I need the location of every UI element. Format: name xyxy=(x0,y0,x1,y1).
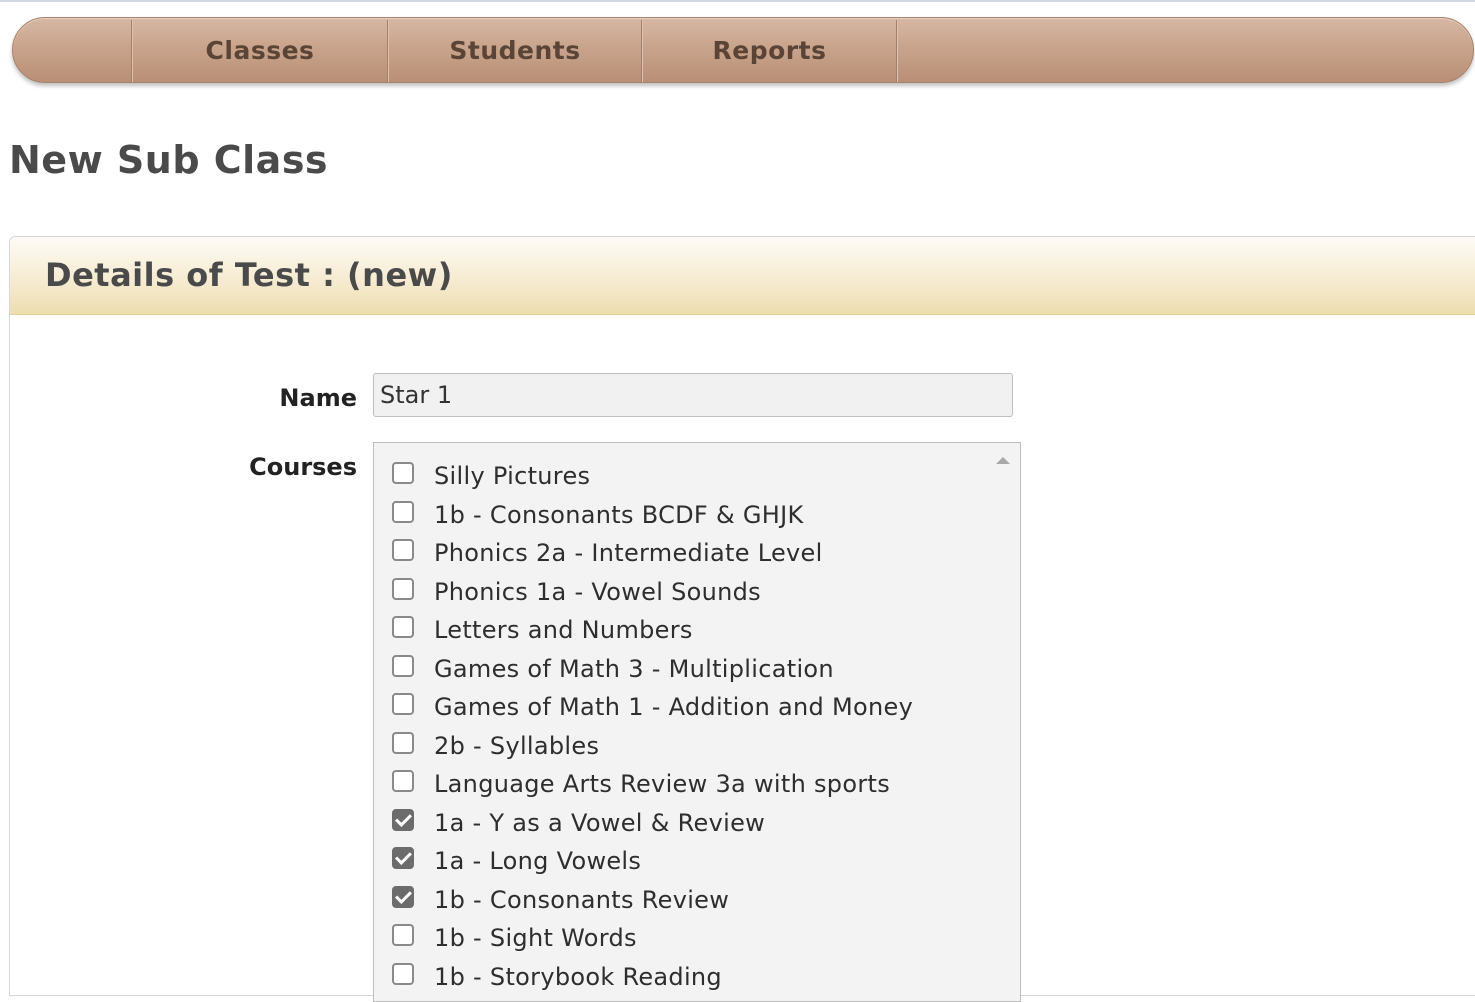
course-item[interactable]: 2b - Syllables xyxy=(392,727,913,766)
name-input[interactable] xyxy=(373,373,1013,417)
course-list: Silly Pictures 1b - Consonants BCDF & GHJ… xyxy=(392,457,913,996)
course-checkbox-checked[interactable] xyxy=(392,847,414,870)
courses-label: Courses xyxy=(249,453,357,481)
scroll-up-arrow-icon[interactable] xyxy=(996,457,1010,464)
panel-title: Details of Test : (new) xyxy=(45,256,453,294)
course-item[interactable]: Phonics 2a - Intermediate Level xyxy=(392,534,913,573)
course-label: Language Arts Review 3a with sports xyxy=(434,770,891,799)
course-checkbox[interactable] xyxy=(392,500,414,523)
nav-item-students[interactable]: Students xyxy=(389,18,641,82)
course-checkbox[interactable] xyxy=(392,731,414,754)
course-item[interactable]: Games of Math 3 - Multiplication xyxy=(392,650,913,689)
course-label: 2b - Syllables xyxy=(434,731,600,760)
course-label: Games of Math 3 - Multiplication xyxy=(434,654,834,683)
course-item[interactable]: 1b - Consonants Review xyxy=(392,881,913,920)
course-label: Games of Math 1 - Addition and Money xyxy=(434,693,914,722)
course-item[interactable]: 1b - Storybook Reading xyxy=(392,958,913,997)
nav-item-reports[interactable]: Reports xyxy=(643,18,896,82)
course-item[interactable]: 1a - Y as a Vowel & Review xyxy=(392,804,913,843)
main-navbar: Classes Students Reports xyxy=(12,17,1474,83)
page-title: New Sub Class xyxy=(9,138,329,182)
course-label: 1b - Consonants Review xyxy=(434,885,730,914)
course-checkbox[interactable] xyxy=(392,616,414,639)
course-checkbox-checked[interactable] xyxy=(392,808,414,831)
courses-scrollbar[interactable] xyxy=(986,443,1020,1001)
nav-item-classes[interactable]: Classes xyxy=(133,18,387,82)
course-checkbox[interactable] xyxy=(392,577,414,600)
course-label: 1a - Long Vowels xyxy=(434,847,642,876)
course-label: 1a - Y as a Vowel & Review xyxy=(434,808,766,837)
panel-header: Details of Test : (new) xyxy=(10,237,1475,315)
course-label: 1b - Consonants BCDF & GHJK xyxy=(434,500,804,529)
course-label: Phonics 1a - Vowel Sounds xyxy=(434,577,761,606)
course-checkbox[interactable] xyxy=(392,924,414,947)
courses-listbox[interactable]: Silly Pictures 1b - Consonants BCDF & GHJ… xyxy=(373,442,1021,1002)
course-label: 1b - Storybook Reading xyxy=(434,962,722,991)
course-checkbox[interactable] xyxy=(392,693,414,716)
course-item[interactable]: Phonics 1a - Vowel Sounds xyxy=(392,573,913,612)
top-border xyxy=(0,0,1475,2)
name-label: Name xyxy=(279,384,357,412)
course-item[interactable]: Letters and Numbers xyxy=(392,611,913,650)
course-label: Letters and Numbers xyxy=(434,616,693,645)
course-item[interactable]: Games of Math 1 - Addition and Money xyxy=(392,688,913,727)
course-checkbox-checked[interactable] xyxy=(392,885,414,908)
course-checkbox[interactable] xyxy=(392,770,414,793)
course-checkbox[interactable] xyxy=(392,462,414,485)
course-item[interactable]: Silly Pictures xyxy=(392,457,913,496)
nav-separator xyxy=(896,20,898,82)
course-label: 1b - Sight Words xyxy=(434,924,637,953)
course-item[interactable]: 1b - Consonants BCDF & GHJK xyxy=(392,496,913,535)
course-checkbox[interactable] xyxy=(392,539,414,562)
course-checkbox[interactable] xyxy=(392,654,414,677)
course-item[interactable]: 1a - Long Vowels xyxy=(392,842,913,881)
course-item[interactable]: 1b - Sight Words xyxy=(392,919,913,958)
course-label: Silly Pictures xyxy=(434,462,591,491)
course-label: Phonics 2a - Intermediate Level xyxy=(434,539,823,568)
course-checkbox[interactable] xyxy=(392,962,414,985)
course-item[interactable]: Language Arts Review 3a with sports xyxy=(392,765,913,804)
